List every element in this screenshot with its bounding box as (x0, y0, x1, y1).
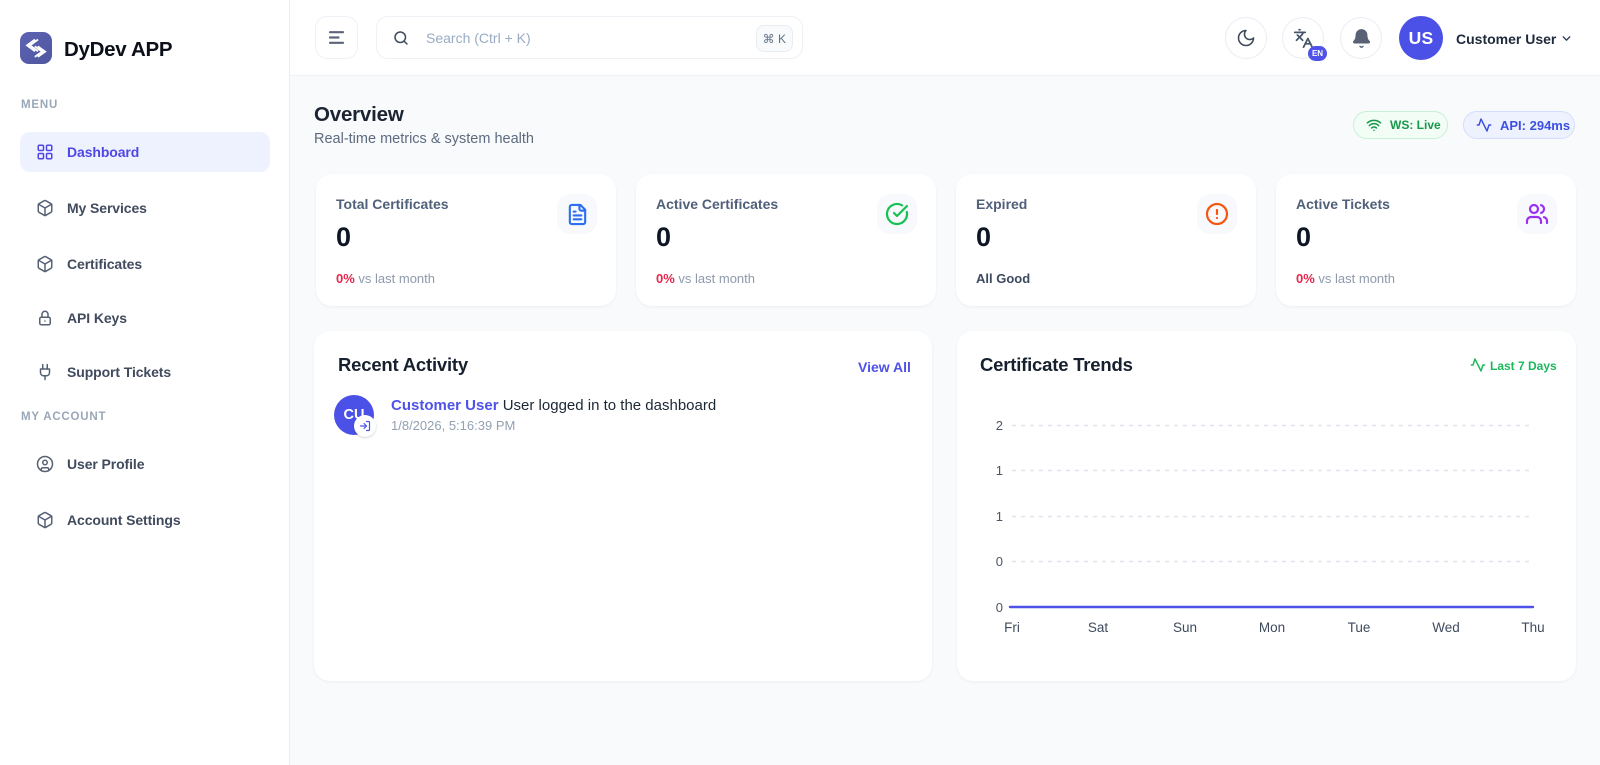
svg-text:Sun: Sun (1173, 620, 1197, 635)
svg-text:1: 1 (996, 509, 1003, 524)
svg-text:Thu: Thu (1521, 620, 1544, 635)
svg-text:Sat: Sat (1088, 620, 1109, 635)
svg-text:Fri: Fri (1004, 620, 1020, 635)
svg-text:Tue: Tue (1348, 620, 1371, 635)
svg-text:2: 2 (996, 418, 1003, 433)
svg-text:0: 0 (996, 554, 1003, 569)
svg-text:Mon: Mon (1259, 620, 1285, 635)
svg-text:0: 0 (996, 600, 1003, 615)
svg-text:Wed: Wed (1432, 620, 1460, 635)
svg-text:1: 1 (996, 463, 1003, 478)
